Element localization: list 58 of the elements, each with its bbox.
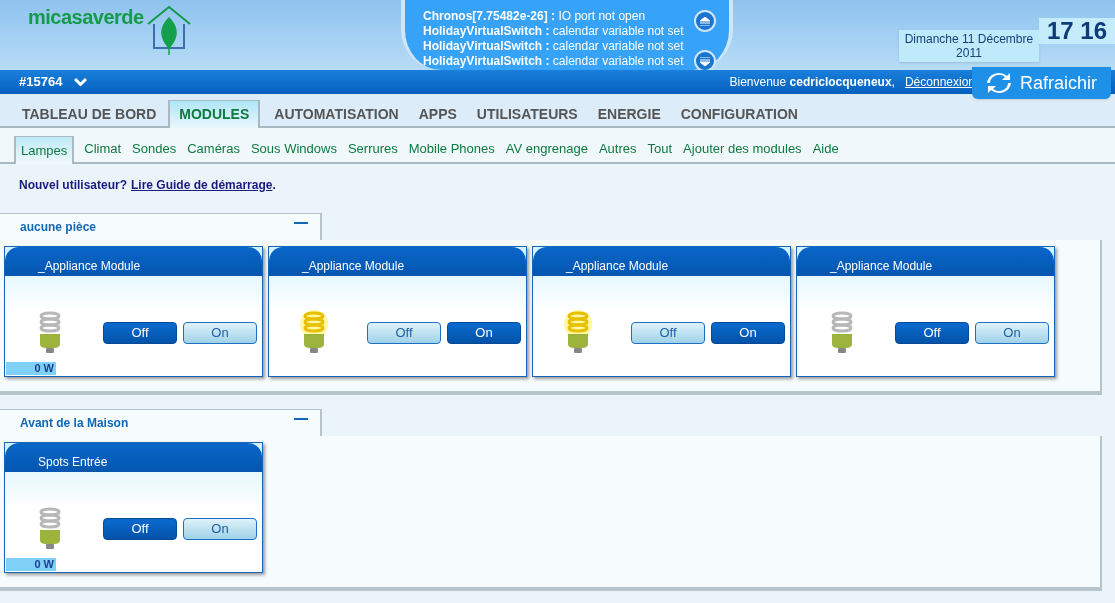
on-button[interactable]: On xyxy=(975,322,1049,344)
off-button[interactable]: Off xyxy=(367,322,441,344)
category-tab[interactable]: Caméras xyxy=(182,136,245,162)
device-title: _Appliance Module xyxy=(269,247,526,276)
on-button[interactable]: On xyxy=(711,322,785,344)
date-label: Dimanche 11 Décembre 2011 xyxy=(898,30,1039,62)
category-tab[interactable]: Lampes xyxy=(14,136,75,164)
on-button[interactable]: On xyxy=(183,518,257,540)
category-tab[interactable]: Mobile Phones xyxy=(403,136,500,162)
main-tab[interactable]: UTILISATEURS xyxy=(468,102,586,126)
clock-time: 17 16 xyxy=(1038,18,1115,44)
on-button[interactable]: On xyxy=(183,322,257,344)
notification-message: HolidayVirtualSwitch : calendar variable not set xyxy=(423,39,684,54)
category-tab[interactable]: Autres xyxy=(593,136,642,162)
category-tab[interactable]: Aide xyxy=(807,136,844,162)
refresh-icon xyxy=(986,72,1012,94)
arrow-up-icon xyxy=(699,16,710,26)
on-button[interactable]: On xyxy=(447,322,521,344)
category-tab[interactable]: AV engrenage xyxy=(500,136,593,162)
off-button[interactable]: Off xyxy=(631,322,705,344)
notification-message: HolidayVirtualSwitch : calendar variable not set xyxy=(423,54,684,69)
arrow-down-icon xyxy=(699,56,710,66)
main-tab[interactable]: CONFIGURATION xyxy=(672,102,806,126)
main-tab[interactable]: MODULES xyxy=(168,100,261,128)
account-number: #15764 xyxy=(19,73,63,92)
main-tab[interactable]: TABLEAU DE BORD xyxy=(14,102,165,126)
main-tab[interactable]: APPS xyxy=(410,102,465,126)
category-tab[interactable]: Climat xyxy=(79,136,127,162)
main-tab[interactable]: ENERGIE xyxy=(589,102,669,126)
device-title: Spots Entrée xyxy=(5,443,262,472)
power-reading: 0 W xyxy=(6,558,56,571)
category-tab[interactable]: Sondes xyxy=(127,136,182,162)
welcome-text: Bienvenue cedriclocqueneux, xyxy=(729,74,895,91)
notice-period: . xyxy=(272,177,276,194)
off-button[interactable]: Off xyxy=(103,518,177,540)
main-tab[interactable]: AUTOMATISATION xyxy=(266,102,407,126)
device-title: _Appliance Module xyxy=(797,247,1054,276)
device-title: _Appliance Module xyxy=(5,247,262,276)
notice-text: Nouvel utilisateur? xyxy=(19,177,128,194)
off-button[interactable]: Off xyxy=(103,322,177,344)
category-tab[interactable]: Ajouter des modules xyxy=(678,136,807,162)
chevron-down-icon[interactable] xyxy=(74,77,88,87)
power-reading: 0 W xyxy=(6,362,56,375)
scroll-up-button[interactable] xyxy=(693,10,716,32)
category-tab[interactable]: Sous Windows xyxy=(245,136,342,162)
house-leaf-logo-icon xyxy=(145,6,192,56)
off-button[interactable]: Off xyxy=(895,322,969,344)
category-tab[interactable]: Serrures xyxy=(342,136,403,162)
device-title: _Appliance Module xyxy=(533,247,790,276)
logo-text: micasaverde xyxy=(28,5,144,30)
room-name: aucune pièce xyxy=(20,219,97,236)
logout-link[interactable]: Déconnexion xyxy=(904,73,975,91)
refresh-button[interactable]: Rafraichir xyxy=(972,67,1111,99)
notification-message: Chronos[7.75482e-26] : IO port not open xyxy=(423,9,647,24)
room-name: Avant de la Maison xyxy=(20,415,129,432)
category-tab[interactable]: Tout xyxy=(642,136,678,162)
scroll-down-button[interactable] xyxy=(693,50,716,72)
notification-message: HolidayVirtualSwitch : calendar variable not set xyxy=(423,24,684,39)
